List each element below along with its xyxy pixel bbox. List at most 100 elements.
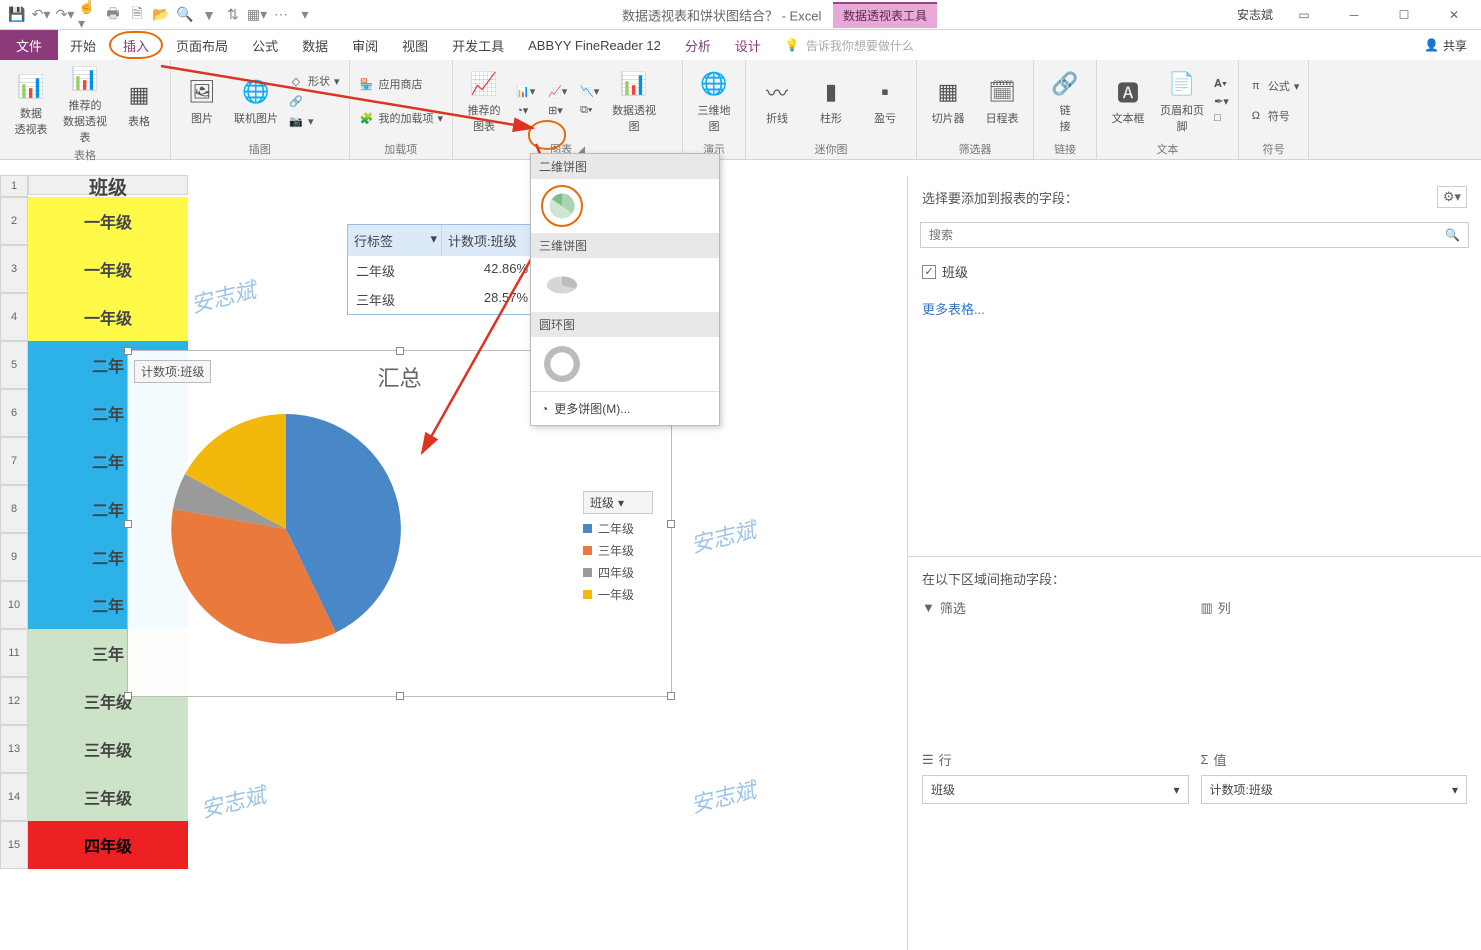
- customize-qat-icon[interactable]: ▾: [294, 4, 316, 26]
- 3d-map-button[interactable]: 🌐三维地 图: [689, 68, 739, 134]
- row-header[interactable]: 1: [0, 175, 28, 197]
- row-header[interactable]: 2: [0, 197, 28, 245]
- row-header[interactable]: 5: [0, 341, 28, 389]
- column-chart-icon[interactable]: 📊▾: [513, 84, 541, 99]
- online-pictures-button[interactable]: 🌐联机图片: [231, 76, 281, 126]
- tab-view[interactable]: 视图: [390, 30, 440, 60]
- signature-icon[interactable]: ✒▾: [1211, 94, 1232, 109]
- account-name[interactable]: 安志斌: [1237, 6, 1273, 23]
- filter-icon[interactable]: ▼: [198, 4, 220, 26]
- line-chart-icon[interactable]: 📈▾: [545, 84, 573, 99]
- tab-developer[interactable]: 开发工具: [440, 30, 516, 60]
- print-preview-icon[interactable]: 🔍: [174, 4, 196, 26]
- wordart-icon[interactable]: 𝐀▾: [1211, 77, 1232, 92]
- more-tables-link[interactable]: 更多表格...: [908, 291, 1481, 326]
- link-button[interactable]: 🔗链 接: [1040, 68, 1090, 134]
- tab-insert[interactable]: 插入: [109, 31, 163, 59]
- field-checkbox-class[interactable]: ✓班级: [922, 262, 1467, 281]
- data-cell[interactable]: 三年级: [28, 773, 188, 821]
- rows-zone-item[interactable]: 班级▾: [922, 775, 1189, 804]
- chart-legend[interactable]: 班级▾ 二年级 三年级 四年级 一年级: [583, 491, 653, 608]
- new-icon[interactable]: 🗎: [126, 4, 148, 26]
- row-header[interactable]: 11: [0, 629, 28, 677]
- tab-design[interactable]: 设计: [723, 30, 773, 60]
- columns-zone[interactable]: ▥列: [1201, 598, 1468, 738]
- field-pane-settings-button[interactable]: ⚙▾: [1437, 186, 1467, 208]
- row-header[interactable]: 3: [0, 245, 28, 293]
- textbox-button[interactable]: 🅰文本框: [1103, 76, 1153, 126]
- maximize-icon[interactable]: ☐: [1385, 1, 1423, 29]
- object-icon[interactable]: □: [1211, 111, 1232, 125]
- timeline-button[interactable]: 🗓日程表: [977, 76, 1027, 126]
- shapes-button[interactable]: ◇形状 ▾: [285, 72, 343, 90]
- tab-analyze[interactable]: 分析: [673, 30, 723, 60]
- save-icon[interactable]: 💾: [6, 4, 28, 26]
- spark-line-button[interactable]: 〰折线: [752, 76, 802, 126]
- spark-column-button[interactable]: ▮柱形: [806, 76, 856, 126]
- tab-page-layout[interactable]: 页面布局: [164, 30, 240, 60]
- rec-charts-button[interactable]: 📈推荐的 图表: [459, 68, 509, 134]
- tab-file[interactable]: 文件: [0, 30, 58, 60]
- row-header[interactable]: 13: [0, 725, 28, 773]
- app-store-button[interactable]: 🏪应用商店: [356, 75, 447, 93]
- row-header[interactable]: 7: [0, 437, 28, 485]
- data-cell[interactable]: 三年级: [28, 725, 188, 773]
- pivot-row-cell[interactable]: 二年级: [348, 256, 442, 285]
- dropdown-icon[interactable]: ▾: [430, 231, 437, 247]
- screenshot-button[interactable]: 📷▾: [285, 112, 343, 130]
- tab-formulas[interactable]: 公式: [240, 30, 290, 60]
- field-search[interactable]: 🔍: [920, 222, 1469, 248]
- search-icon[interactable]: 🔍: [1437, 228, 1468, 242]
- data-cell[interactable]: 一年级: [28, 245, 188, 293]
- row-header[interactable]: 9: [0, 533, 28, 581]
- data-cell[interactable]: 一年级: [28, 293, 188, 341]
- my-addins-button[interactable]: 🧩我的加载项 ▾: [356, 109, 447, 127]
- pivot-row-cell[interactable]: 三年级: [348, 285, 442, 314]
- values-zone-item[interactable]: 计数项:班级▾: [1201, 775, 1468, 804]
- symbol-button[interactable]: Ω符号: [1245, 107, 1303, 125]
- tab-data[interactable]: 数据: [290, 30, 340, 60]
- table-button[interactable]: ▦表格: [114, 79, 164, 129]
- row-header[interactable]: 15: [0, 821, 28, 869]
- qat-more-icon[interactable]: ⋯: [270, 4, 292, 26]
- stat-chart-icon[interactable]: ⊞▾: [545, 103, 573, 118]
- quick-print-icon[interactable]: 🖶: [102, 4, 124, 26]
- pivot-chart-button[interactable]: 📊数据透视图: [609, 68, 659, 134]
- dropdown-icon[interactable]: ▾: [618, 496, 624, 510]
- dropdown-icon[interactable]: ▾: [1173, 783, 1179, 797]
- header-footer-button[interactable]: 📄页眉和页脚: [1157, 68, 1207, 134]
- pivot-table[interactable]: 行标签 ▾ 计数项:班级 二年级42.86% 三年级28.57%: [347, 224, 537, 315]
- ribbon-display-icon[interactable]: ▭: [1285, 1, 1323, 29]
- minimize-icon[interactable]: ─: [1335, 1, 1373, 29]
- pictures-button[interactable]: 🖼图片: [177, 76, 227, 126]
- doughnut-option[interactable]: [541, 343, 583, 385]
- row-header[interactable]: 8: [0, 485, 28, 533]
- smartart-button[interactable]: 🔗: [285, 92, 343, 110]
- values-zone[interactable]: Σ值 计数项:班级▾: [1201, 750, 1468, 810]
- tab-review[interactable]: 审阅: [340, 30, 390, 60]
- combo-chart-icon[interactable]: ⧉▾: [577, 103, 605, 118]
- recommended-pivot-button[interactable]: 📊推荐的 数据透视表: [60, 63, 110, 145]
- tab-abbyy[interactable]: ABBYY FineReader 12: [516, 30, 673, 60]
- open-icon[interactable]: 📂: [150, 4, 172, 26]
- row-header[interactable]: 12: [0, 677, 28, 725]
- pie-3d-option[interactable]: [541, 264, 583, 306]
- filters-zone[interactable]: ▼筛选: [922, 598, 1189, 738]
- rows-zone[interactable]: ☰行 班级▾: [922, 750, 1189, 810]
- pivot-row-label-header[interactable]: 行标签 ▾: [348, 225, 442, 256]
- hierarchy-chart-icon[interactable]: 📉▾: [577, 84, 605, 99]
- data-cell[interactable]: 一年级: [28, 197, 188, 245]
- undo-icon[interactable]: ↶▾: [30, 4, 52, 26]
- equation-button[interactable]: π公式 ▾: [1245, 77, 1303, 95]
- chart-field-button[interactable]: 计数项:班级: [134, 360, 211, 383]
- spark-winloss-button[interactable]: ▪盈亏: [860, 76, 910, 126]
- sort-icon[interactable]: ⇅: [222, 4, 244, 26]
- border-icon[interactable]: ▦▾: [246, 4, 268, 26]
- touch-mode-icon[interactable]: ☝▾: [78, 4, 100, 26]
- more-pie-charts-button[interactable]: ◔更多饼图(M)...: [531, 391, 719, 425]
- slicer-button[interactable]: ▦切片器: [923, 76, 973, 126]
- close-icon[interactable]: ✕: [1435, 1, 1473, 29]
- row-header[interactable]: 10: [0, 581, 28, 629]
- cell-header[interactable]: 班级: [28, 175, 188, 197]
- redo-icon[interactable]: ↷▾: [54, 4, 76, 26]
